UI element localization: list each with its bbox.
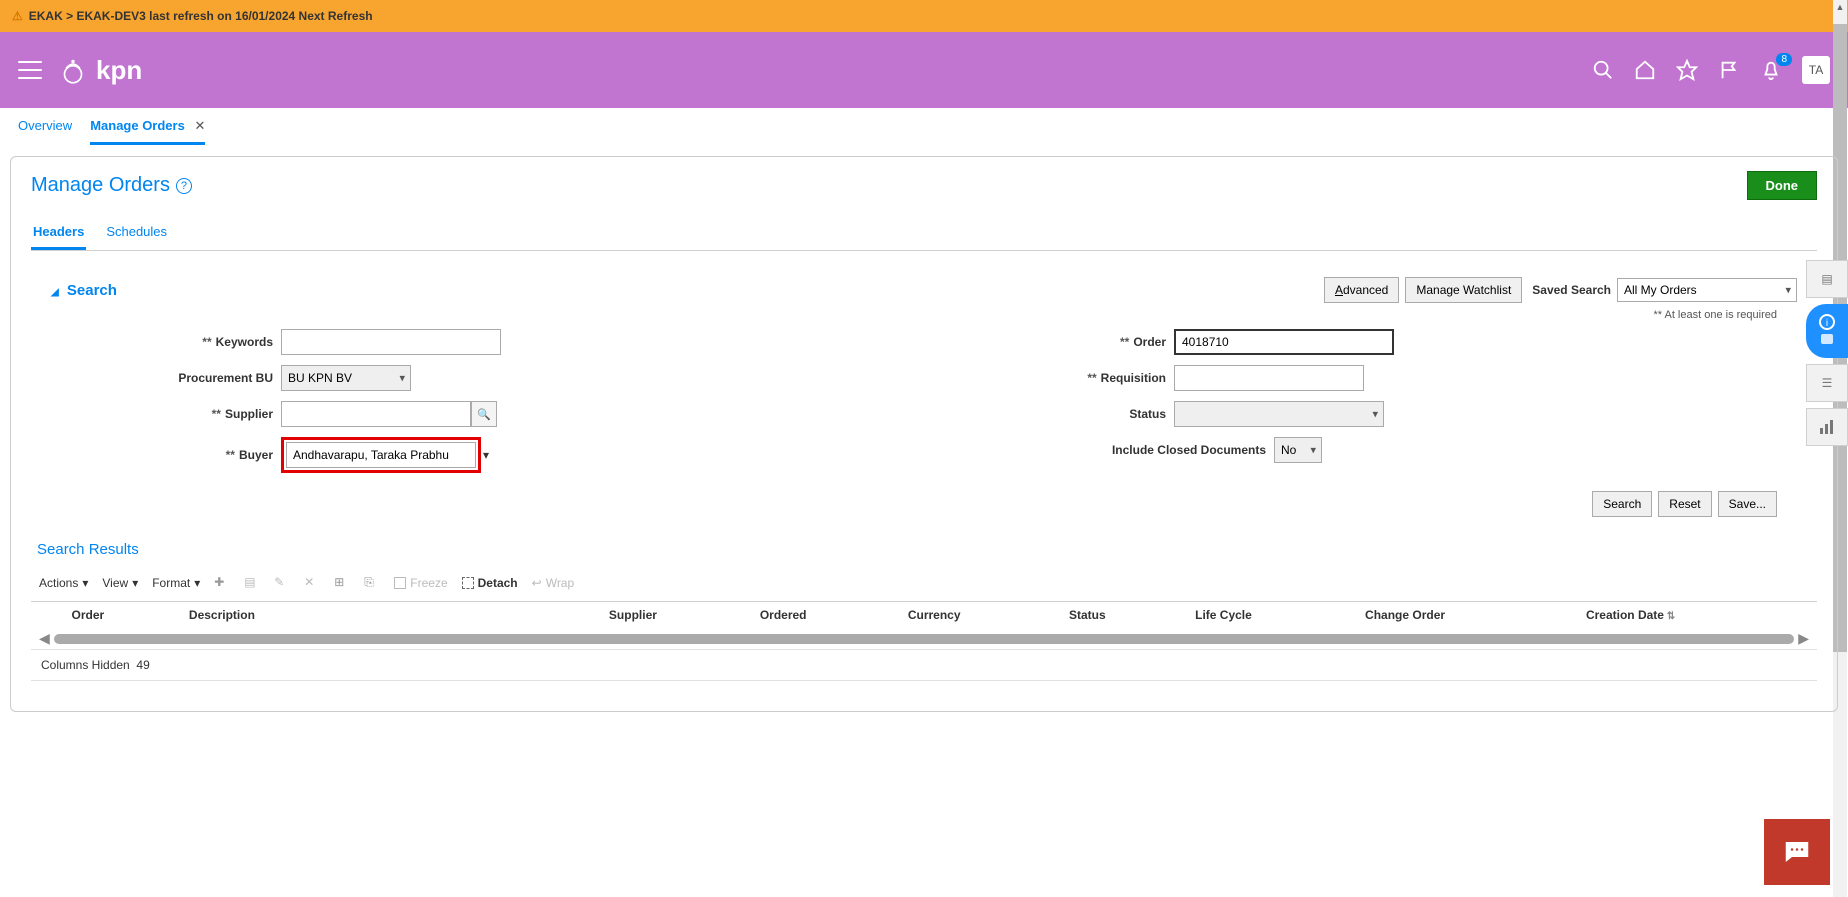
subtab-schedules[interactable]: Schedules: [104, 218, 169, 250]
wrap-button[interactable]: ↩ Wrap: [532, 576, 575, 590]
subtab-headers[interactable]: Headers: [31, 218, 86, 250]
supplier-label: **Supplier: [61, 407, 281, 421]
subtabs: Headers Schedules: [31, 218, 1817, 251]
svg-text:i: i: [1826, 318, 1828, 329]
results-title: Search Results: [37, 541, 1817, 558]
freeze-button[interactable]: Freeze: [394, 576, 447, 590]
status-select[interactable]: [1174, 401, 1384, 427]
hamburger-menu-icon[interactable]: [18, 61, 42, 79]
order-input[interactable]: [1174, 329, 1394, 355]
col-ordered[interactable]: Ordered: [749, 602, 897, 629]
chat-fab[interactable]: [1764, 819, 1830, 885]
tab-overview[interactable]: Overview: [18, 118, 72, 145]
procurement-bu-select[interactable]: BU KPN BV: [281, 365, 411, 391]
add-icon[interactable]: ✚: [214, 575, 230, 591]
flag-icon[interactable]: [1718, 59, 1740, 81]
col-description[interactable]: Description: [178, 602, 598, 629]
table-scrollbar[interactable]: ◀ ▶: [31, 628, 1817, 649]
status-label: Status: [954, 407, 1174, 421]
scroll-right-icon[interactable]: ▶: [1798, 630, 1809, 647]
saved-search-label: Saved Search: [1532, 283, 1611, 297]
edit-icon: ✎: [274, 575, 290, 591]
page-panel: Manage Orders ? Done Headers Schedules ◢…: [10, 156, 1838, 712]
buyer-highlight: [281, 437, 481, 473]
include-closed-label: Include Closed Documents: [954, 443, 1274, 457]
tab-manage-orders[interactable]: Manage Orders ✕: [90, 118, 205, 145]
requisition-label: **Requisition: [954, 371, 1174, 385]
col-currency[interactable]: Currency: [897, 602, 1058, 629]
help-icon[interactable]: ?: [176, 178, 192, 194]
app-header: kpn 8 TA: [0, 32, 1848, 108]
col-status[interactable]: Status: [1058, 602, 1184, 629]
delete-icon: ✕: [304, 575, 320, 591]
rail-chart-icon[interactable]: [1806, 408, 1848, 446]
scroll-left-icon[interactable]: ◀: [39, 630, 50, 647]
col-change-order[interactable]: Change Order: [1355, 602, 1576, 629]
results-table: Order Description Supplier Ordered Curre…: [31, 601, 1817, 628]
format-menu[interactable]: Format ▾: [152, 576, 200, 590]
order-label: **Order: [954, 335, 1174, 349]
manage-watchlist-button[interactable]: Manage Watchlist: [1405, 277, 1522, 303]
save-button[interactable]: Save...: [1718, 491, 1777, 517]
detach-button[interactable]: Detach: [462, 576, 518, 590]
nav-tabs: Overview Manage Orders ✕: [0, 108, 1848, 146]
keywords-input[interactable]: [281, 329, 501, 355]
col-lifecycle[interactable]: Life Cycle: [1185, 602, 1355, 629]
rail-doc-icon[interactable]: ▤: [1806, 260, 1848, 298]
view-menu[interactable]: View ▾: [102, 576, 138, 590]
avatar[interactable]: TA: [1802, 56, 1830, 84]
export-icon[interactable]: ⊞: [334, 575, 350, 591]
advanced-button[interactable]: Advanced: [1324, 277, 1399, 303]
saved-search-select[interactable]: All My Orders: [1617, 278, 1797, 302]
brand-logo[interactable]: kpn: [56, 53, 142, 87]
env-refresh-text: EKAK > EKAK-DEV3 last refresh on 16/01/2…: [29, 9, 373, 23]
search-icon[interactable]: [1592, 59, 1614, 81]
search-button[interactable]: Search: [1592, 491, 1652, 517]
close-tab-icon[interactable]: ✕: [194, 118, 205, 133]
buyer-label: **Buyer: [61, 448, 281, 462]
reset-button[interactable]: Reset: [1658, 491, 1711, 517]
duplicate-icon: ▤: [244, 575, 260, 591]
actions-menu[interactable]: Actions ▾: [39, 576, 88, 590]
col-creation-date[interactable]: Creation Date: [1575, 602, 1816, 629]
col-order[interactable]: Order: [61, 602, 178, 629]
star-icon[interactable]: [1676, 59, 1698, 81]
col-supplier[interactable]: Supplier: [598, 602, 749, 629]
procurement-bu-label: Procurement BU: [61, 371, 281, 385]
bell-icon[interactable]: 8: [1760, 59, 1782, 81]
done-button[interactable]: Done: [1747, 171, 1818, 200]
page-title: Manage Orders ?: [31, 174, 192, 197]
notification-badge: 8: [1776, 53, 1792, 66]
buyer-input[interactable]: [286, 442, 476, 468]
required-note: ** At least one is required: [51, 309, 1777, 321]
right-rail: ▤ i ☰: [1806, 260, 1848, 446]
search-title[interactable]: ◢ Search: [51, 282, 117, 299]
results-toolbar: Actions ▾ View ▾ Format ▾ ✚ ▤ ✎ ✕ ⊞ ⎘ Fr…: [31, 568, 1817, 597]
detach2-icon[interactable]: ⎘: [364, 575, 380, 591]
supplier-lov-icon[interactable]: 🔍: [471, 401, 497, 427]
columns-hidden-row: Columns Hidden 49: [31, 649, 1817, 681]
warning-icon: ⚠: [12, 9, 23, 23]
rail-list-icon[interactable]: ☰: [1806, 364, 1848, 402]
buyer-lov-icon[interactable]: ▾: [483, 448, 489, 462]
include-closed-select[interactable]: No: [1274, 437, 1322, 463]
home-icon[interactable]: [1634, 59, 1656, 81]
requisition-input[interactable]: [1174, 365, 1364, 391]
keywords-label: **Keywords: [61, 335, 281, 349]
rail-info-icon[interactable]: i: [1806, 304, 1848, 358]
supplier-input[interactable]: [281, 401, 471, 427]
env-refresh-bar: ⚠ EKAK > EKAK-DEV3 last refresh on 16/01…: [0, 0, 1848, 32]
collapse-icon[interactable]: ◢: [51, 287, 59, 298]
